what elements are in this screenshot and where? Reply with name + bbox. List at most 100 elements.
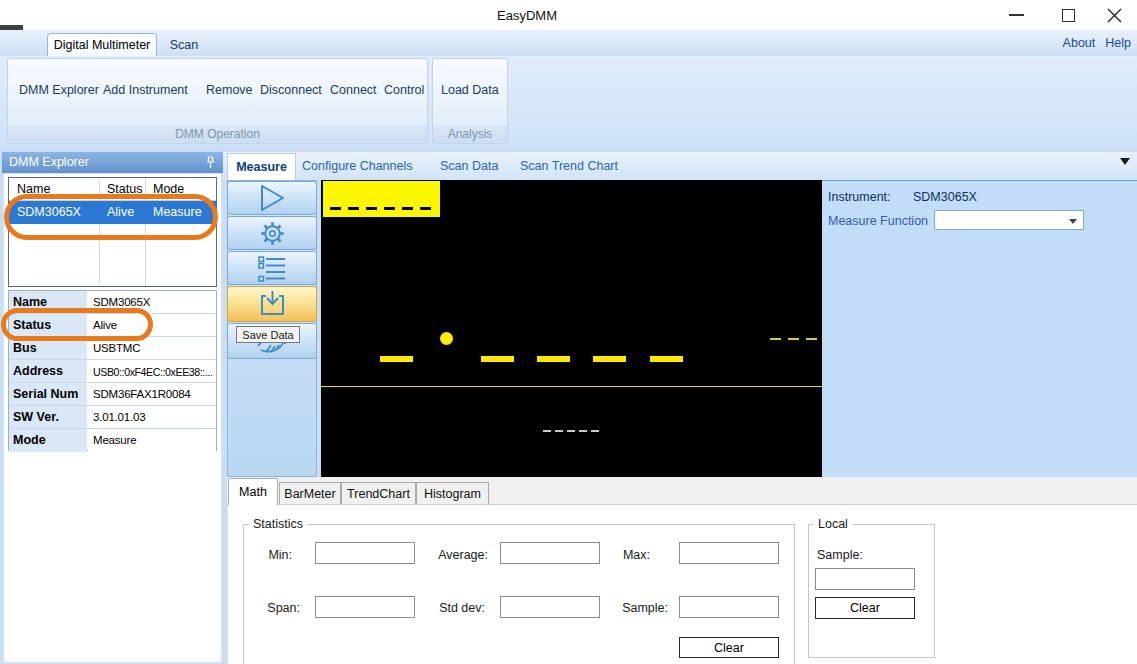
property-row: ModeMeasure	[9, 429, 216, 452]
close-button[interactable]	[1096, 0, 1132, 30]
dmm-explorer-header: DMM Explorer	[2, 152, 223, 173]
play-icon	[257, 184, 287, 212]
tab-digital-multimeter[interactable]: Digital Multimeter	[47, 33, 157, 56]
instrument-label: Instrument:	[828, 190, 891, 204]
display-secondary-dash	[555, 430, 563, 432]
disconnect-button[interactable]: Disconnect	[260, 83, 322, 97]
load-data-button[interactable]: Load Data	[441, 83, 499, 97]
group-caption-dmm-operation: DMM Operation	[8, 125, 427, 143]
close-icon	[1107, 8, 1122, 23]
display-dash	[650, 356, 683, 362]
tab-barmeter[interactable]: BarMeter	[279, 482, 341, 504]
property-label: Mode	[9, 429, 87, 452]
ribbon-tab-row: Digital Multimeter Scan About Help	[0, 30, 1137, 56]
data-list-button[interactable]	[227, 251, 317, 285]
tab-scan-trend-chart[interactable]: Scan Trend Chart	[520, 159, 618, 173]
property-row: Serial NumSDM36FAX1R0084	[9, 383, 216, 406]
display-dash	[593, 356, 626, 362]
display-unit-dash	[806, 338, 817, 340]
local-sample-label: Sample:	[817, 548, 863, 562]
tab-scan-data[interactable]: Scan Data	[440, 159, 498, 173]
measure-function-label: Measure Function	[828, 214, 928, 228]
maximize-icon	[1062, 9, 1075, 22]
local-clear-button[interactable]: Clear	[815, 597, 915, 619]
measure-function-combobox[interactable]	[934, 210, 1084, 230]
dmm-explorer-button[interactable]: DMM Explorer	[19, 83, 99, 97]
about-link[interactable]: About	[1063, 36, 1096, 50]
pin-icon[interactable]	[206, 156, 215, 169]
title-bar: EasyDMM	[0, 0, 1137, 30]
local-title: Local	[814, 517, 852, 531]
span-label: Span:	[250, 601, 300, 615]
help-link[interactable]: Help	[1105, 36, 1131, 50]
maximize-button[interactable]	[1050, 0, 1086, 30]
tab-trendchart[interactable]: TrendChart	[341, 482, 416, 504]
sample-input[interactable]	[679, 596, 779, 618]
annotation-ellipse-status	[1, 308, 153, 341]
std-dev-input[interactable]	[500, 596, 600, 618]
std-dev-label: Std dev:	[420, 601, 485, 615]
tab-histogram[interactable]: Histogram	[416, 482, 489, 504]
min-label: Min:	[250, 548, 292, 562]
statistics-clear-button[interactable]: Clear	[679, 637, 779, 658]
display-dash	[537, 356, 570, 362]
display-unit-dash	[770, 338, 781, 340]
property-label: SW Ver.	[9, 406, 87, 428]
ribbon: DMM Explorer Add Instrument Remove Disco…	[0, 56, 1137, 146]
average-input[interactable]	[500, 542, 600, 564]
ribbon-group-dmm-operation: DMM Explorer Add Instrument Remove Disco…	[7, 58, 428, 144]
display-dash	[481, 356, 514, 362]
annotation-ellipse-instrument-row	[4, 194, 218, 240]
display-secondary-dash	[543, 430, 551, 432]
min-input[interactable]	[315, 542, 415, 564]
ribbon-group-analysis: Load Data Analysis	[432, 58, 508, 144]
property-row: AddressUSB0::0xF4EC::0xEE38::...	[9, 360, 216, 383]
tab-measure[interactable]: Measure	[227, 153, 296, 180]
display-overload-box	[323, 181, 440, 217]
max-input[interactable]	[679, 542, 779, 564]
tab-scan[interactable]: Scan	[160, 33, 208, 56]
average-label: Average:	[420, 548, 488, 562]
display-dash	[380, 356, 413, 362]
remove-button[interactable]: Remove	[206, 83, 253, 97]
save-data-button[interactable]	[227, 286, 317, 322]
control-button[interactable]: Control	[384, 83, 424, 97]
dmm-explorer-body: Name Status Mode SDM3065X Alive Measure …	[4, 174, 221, 662]
display-divider-line	[321, 386, 822, 387]
display-decimal-dot	[440, 332, 453, 345]
display-secondary-dash	[579, 430, 587, 432]
display-unit-dash	[788, 338, 799, 340]
local-groupbox	[808, 524, 935, 658]
minimize-icon	[1009, 14, 1024, 16]
measure-side-panel: Instrument: SDM3065X Measure Function	[822, 180, 1137, 477]
display-overload-dashes	[330, 207, 431, 210]
minimize-button[interactable]	[998, 0, 1034, 30]
easydmm-window: EasyDMM Digital Multimeter Scan About He…	[0, 0, 1137, 664]
statistics-title: Statistics	[249, 517, 307, 531]
run-button[interactable]	[227, 181, 317, 215]
save-data-tooltip: Save Data	[236, 326, 300, 343]
save-data-icon	[257, 290, 287, 318]
add-instrument-button[interactable]: Add Instrument	[103, 83, 188, 97]
dmm-explorer-title: DMM Explorer	[9, 155, 89, 169]
property-value: SDM36FAX1R0084	[88, 383, 216, 405]
local-sample-input[interactable]	[815, 568, 915, 590]
combobox-arrow-icon	[1069, 219, 1077, 224]
list-icon	[257, 255, 287, 282]
tab-configure-channels[interactable]: Configure Channels	[302, 159, 413, 173]
tab-strip-dropdown-icon[interactable]	[1120, 158, 1130, 165]
group-caption-analysis: Analysis	[433, 125, 507, 143]
connect-button[interactable]: Connect	[330, 83, 377, 97]
measurement-display	[321, 180, 822, 477]
configure-button[interactable]	[227, 216, 317, 250]
tab-math[interactable]: Math	[228, 478, 278, 505]
property-value: Measure	[88, 429, 216, 452]
span-input[interactable]	[315, 596, 415, 618]
sample-label: Sample:	[608, 601, 668, 615]
property-row: SW Ver.3.01.01.03	[9, 406, 216, 429]
instrument-value: SDM3065X	[913, 190, 977, 204]
property-label: Address	[9, 360, 87, 382]
window-title: EasyDMM	[0, 8, 1054, 23]
max-label: Max:	[608, 548, 650, 562]
gear-icon	[256, 217, 289, 250]
